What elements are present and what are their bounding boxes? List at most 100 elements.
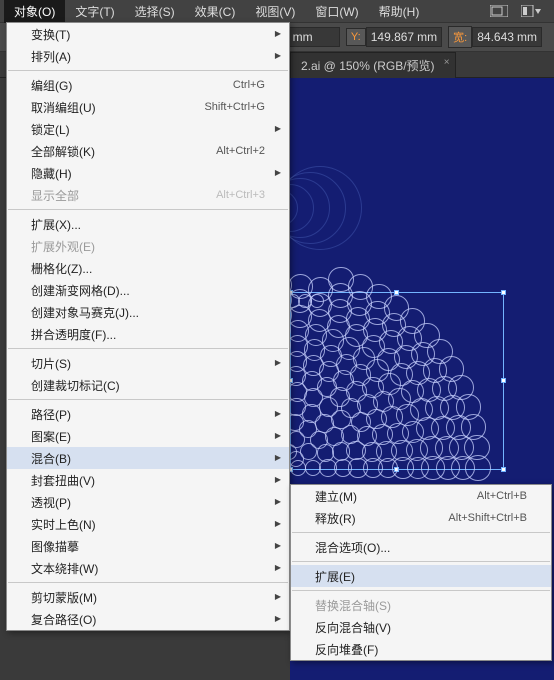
submenu-arrow-icon: ▶ xyxy=(275,358,281,367)
menu-item[interactable]: 路径(P) ▶ xyxy=(7,403,289,425)
menu-item[interactable]: 创建渐变网格(D)... xyxy=(7,279,289,301)
submenu-arrow-icon: ▶ xyxy=(275,519,281,528)
menu-item[interactable]: 复合路径(O) ▶ xyxy=(7,608,289,630)
menu-item-label: 反向混合轴(V) xyxy=(315,619,527,636)
object-menu: 变换(T) ▶ 排列(A) ▶ 编组(G) Ctrl+G 取消编组(U)Shift+Ctrl… xyxy=(6,22,290,631)
menu-item[interactable]: 切片(S) ▶ xyxy=(7,352,289,374)
document-tab[interactable]: 2.ai @ 150% (RGB/预览) × xyxy=(290,52,456,78)
menu-item[interactable]: 透视(P) ▶ xyxy=(7,491,289,513)
menu-item-label: 栅格化(Z)... xyxy=(31,260,265,277)
menu-item[interactable]: 取消编组(U)Shift+Ctrl+G xyxy=(7,96,289,118)
menu-item-label: 取消编组(U) xyxy=(31,99,174,116)
menu-item[interactable]: 反向堆叠(F) xyxy=(291,638,551,660)
menu-select[interactable]: 选择(S) xyxy=(125,0,185,23)
menu-item-label: 混合选项(O)... xyxy=(315,539,527,556)
menu-item: 扩展外观(E) xyxy=(7,235,289,257)
menu-help[interactable]: 帮助(H) xyxy=(369,0,430,23)
submenu-arrow-icon: ▶ xyxy=(275,453,281,462)
menu-item[interactable]: 扩展(E) xyxy=(291,565,551,587)
menu-item[interactable]: 锁定(L) ▶ xyxy=(7,118,289,140)
menu-item-label: 封套扭曲(V) xyxy=(31,472,265,489)
submenu-arrow-icon: ▶ xyxy=(275,592,281,601)
menu-item[interactable]: 实时上色(N) ▶ xyxy=(7,513,289,535)
menu-item-label: 反向堆叠(F) xyxy=(315,641,527,658)
tab-title: 2.ai @ 150% (RGB/预览) xyxy=(301,59,435,73)
menu-window[interactable]: 窗口(W) xyxy=(305,0,368,23)
submenu-arrow-icon: ▶ xyxy=(275,168,281,177)
menu-item[interactable]: 排列(A) ▶ xyxy=(7,45,289,67)
menu-item-label: 变换(T) xyxy=(31,26,265,43)
menu-item-label: 切片(S) xyxy=(31,355,265,372)
menu-item[interactable]: 图像描摹 ▶ xyxy=(7,535,289,557)
menu-item[interactable]: 拼合透明度(F)... xyxy=(7,323,289,345)
menu-item-label: 混合(B) xyxy=(31,450,265,467)
menu-item-label: 复合路径(O) xyxy=(31,611,265,628)
menu-object[interactable]: 对象(O) xyxy=(4,0,65,23)
submenu-arrow-icon: ▶ xyxy=(275,563,281,572)
menu-item[interactable]: 混合(B) ▶ xyxy=(7,447,289,469)
menu-item[interactable]: 创建对象马赛克(J)... xyxy=(7,301,289,323)
menu-item[interactable]: 建立(M)Alt+Ctrl+B xyxy=(291,485,551,507)
menu-item-label: 图像描摹 xyxy=(31,538,265,555)
submenu-arrow-icon: ▶ xyxy=(275,541,281,550)
menu-type[interactable]: 文字(T) xyxy=(65,0,124,23)
submenu-arrow-icon: ▶ xyxy=(275,614,281,623)
menu-item-label: 锁定(L) xyxy=(31,121,265,138)
menu-item-label: 剪切蒙版(M) xyxy=(31,589,265,606)
submenu-arrow-icon: ▶ xyxy=(275,29,281,38)
menu-shortcut: Alt+Ctrl+3 xyxy=(216,189,265,201)
menu-item-label: 透视(P) xyxy=(31,494,265,511)
menu-item[interactable]: 栅格化(Z)... xyxy=(7,257,289,279)
menu-item-label: 文本绕排(W) xyxy=(31,560,265,577)
menu-item-label: 建立(M) xyxy=(315,488,447,505)
menu-shortcut: Ctrl+G xyxy=(233,79,265,91)
menu-item-label: 全部解锁(K) xyxy=(31,143,186,160)
menu-view[interactable]: 视图(V) xyxy=(245,0,305,23)
menu-item-label: 释放(R) xyxy=(315,510,418,527)
menu-item[interactable]: 隐藏(H) ▶ xyxy=(7,162,289,184)
menu-item[interactable]: 反向混合轴(V) xyxy=(291,616,551,638)
menu-item-label: 创建裁切标记(C) xyxy=(31,377,265,394)
menu-item[interactable]: 文本绕排(W) ▶ xyxy=(7,557,289,579)
menu-effect[interactable]: 效果(C) xyxy=(185,0,246,23)
y-field[interactable]: Y: 149.867 mm xyxy=(346,27,442,47)
menu-item-label: 实时上色(N) xyxy=(31,516,265,533)
submenu-arrow-icon: ▶ xyxy=(275,497,281,506)
submenu-arrow-icon: ▶ xyxy=(275,475,281,484)
menubar: 对象(O) 文字(T) 选择(S) 效果(C) 视图(V) 窗口(W) 帮助(H… xyxy=(0,0,554,22)
submenu-arrow-icon: ▶ xyxy=(275,431,281,440)
blend-submenu: 建立(M)Alt+Ctrl+B释放(R)Alt+Shift+Ctrl+B 混合选项… xyxy=(290,484,552,661)
menu-item[interactable]: 图案(E) ▶ xyxy=(7,425,289,447)
menu-item[interactable]: 混合选项(O)... xyxy=(291,536,551,558)
menu-item[interactable]: 剪切蒙版(M) ▶ xyxy=(7,586,289,608)
menu-item[interactable]: 释放(R)Alt+Shift+Ctrl+B xyxy=(291,507,551,529)
menu-item-label: 排列(A) xyxy=(31,48,265,65)
menu-item-label: 显示全部 xyxy=(31,187,186,204)
menu-item-label: 编组(G) xyxy=(31,77,203,94)
menu-item[interactable]: 封套扭曲(V) ▶ xyxy=(7,469,289,491)
menu-shortcut: Alt+Ctrl+2 xyxy=(216,145,265,157)
menu-item[interactable]: 全部解锁(K) Alt+Ctrl+2 xyxy=(7,140,289,162)
menu-item-label: 扩展外观(E) xyxy=(31,238,265,255)
menu-item-label: 创建对象马赛克(J)... xyxy=(31,304,265,321)
submenu-arrow-icon: ▶ xyxy=(275,51,281,60)
menu-item[interactable]: 编组(G) Ctrl+G xyxy=(7,74,289,96)
menu-item-label: 扩展(E) xyxy=(315,568,527,585)
menu-item[interactable]: 扩展(X)... xyxy=(7,213,289,235)
menu-item[interactable]: 创建裁切标记(C) xyxy=(7,374,289,396)
width-field[interactable]: 宽: 84.643 mm xyxy=(448,26,542,48)
submenu-arrow-icon: ▶ xyxy=(275,409,281,418)
menu-item: 显示全部 Alt+Ctrl+3 xyxy=(7,184,289,206)
workspace-dropdown-icon[interactable] xyxy=(520,3,542,19)
menu-item-label: 拼合透明度(F)... xyxy=(31,326,265,343)
menu-item-label: 替换混合轴(S) xyxy=(315,597,527,614)
submenu-arrow-icon: ▶ xyxy=(275,124,281,133)
doc-layout-icon[interactable] xyxy=(488,3,510,19)
menu-item-label: 图案(E) xyxy=(31,428,265,445)
close-icon[interactable]: × xyxy=(444,57,450,68)
menu-item: 替换混合轴(S) xyxy=(291,594,551,616)
menu-item-label: 隐藏(H) xyxy=(31,165,265,182)
menubar-right xyxy=(488,3,550,19)
menu-item[interactable]: 变换(T) ▶ xyxy=(7,23,289,45)
menu-item-label: 路径(P) xyxy=(31,406,265,423)
